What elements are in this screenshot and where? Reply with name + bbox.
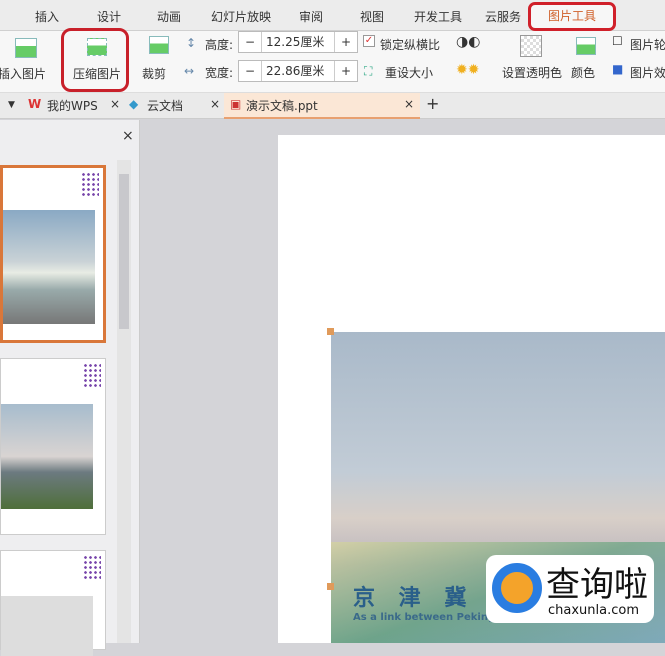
width-icon: ↔ (184, 64, 195, 78)
close-tab-icon[interactable]: × (404, 97, 414, 111)
height-stepper[interactable]: − 12.25厘米 + (238, 31, 358, 53)
tab-cloud-docs[interactable]: 云文档 (147, 97, 183, 114)
reset-size-button[interactable]: 重设大小 (385, 64, 433, 81)
thumbnail-image (3, 210, 95, 324)
new-tab-button[interactable]: + (426, 94, 439, 113)
crop-icon (149, 36, 169, 54)
tab-presentation[interactable]: ▣ 演示文稿.ppt × (224, 93, 420, 119)
document-tabs: ▼ W 我的WPS × ◆ 云文档 × ▣ 演示文稿.ppt × + (0, 93, 665, 119)
resize-handle[interactable] (327, 328, 334, 335)
width-decrease-button[interactable]: − (239, 61, 261, 81)
height-icon: ↕ (186, 36, 197, 50)
tab-presentation-label: 演示文稿.ppt (246, 99, 318, 113)
cloud-doc-icon: ◆ (129, 97, 139, 111)
tab-slideshow[interactable]: 幻灯片放映 (211, 8, 271, 25)
close-tab-icon[interactable]: × (210, 97, 220, 111)
panel-scrollbar[interactable] (117, 160, 131, 643)
watermark-url: chaxunla.com (548, 603, 639, 618)
slide-title-text: 京 津 冀 (353, 586, 475, 611)
ribbon-tabs: 插入 设计 动画 幻灯片放映 审阅 视图 开发工具 云服务 图片工具 (0, 0, 665, 31)
tab-picture-tools[interactable]: 图片工具 (528, 2, 616, 31)
wps-logo-icon: W (28, 97, 42, 111)
tab-developer[interactable]: 开发工具 (414, 8, 462, 25)
watermark-logo: 查询啦 chaxunla.com (486, 555, 654, 623)
tab-animation[interactable]: 动画 (157, 8, 181, 25)
slide-thumbnail-2[interactable] (0, 358, 106, 535)
lock-ratio-checkbox[interactable]: ✓ (363, 35, 375, 47)
height-increase-button[interactable]: + (335, 32, 357, 52)
compress-picture-highlight (61, 28, 129, 92)
dots-decoration (83, 555, 101, 581)
height-label: 高度: (205, 38, 234, 52)
dots-decoration (81, 172, 99, 198)
effects-icon: ■ (612, 62, 624, 76)
search-logo-icon (492, 563, 542, 613)
width-input[interactable]: 22.86厘米 (261, 61, 335, 81)
height-decrease-button[interactable]: − (239, 32, 261, 52)
color-icon (576, 37, 596, 55)
scrollbar-thumb[interactable] (119, 174, 129, 329)
close-panel-icon[interactable]: × (122, 128, 134, 144)
set-transparent-button[interactable]: 设置透明色 (502, 64, 562, 81)
tab-menu-icon[interactable]: ▼ (8, 100, 15, 110)
slide-thumbnail-1[interactable] (0, 165, 106, 343)
crop-button[interactable]: 裁剪 (142, 65, 166, 82)
width-increase-button[interactable]: + (335, 61, 357, 81)
lock-ratio-label: 锁定纵横比 (380, 38, 441, 52)
picture-outline-button[interactable]: 图片轮 (630, 36, 665, 53)
insert-picture-button[interactable]: 插入图片 (0, 65, 46, 82)
color-button[interactable]: 颜色 (571, 64, 595, 81)
transparency-icon (520, 35, 542, 57)
reset-size-icon: ⛶ (364, 64, 373, 78)
tab-insert[interactable]: 插入 (35, 8, 59, 25)
width-stepper[interactable]: − 22.86厘米 + (238, 60, 358, 82)
thumbnail-image (1, 404, 93, 509)
tab-my-wps[interactable]: 我的WPS (47, 97, 98, 114)
tab-review[interactable]: 审阅 (299, 8, 323, 25)
insert-picture-icon (15, 38, 37, 58)
height-input[interactable]: 12.25厘米 (261, 32, 335, 52)
dots-decoration (83, 363, 101, 389)
outline-icon: ☐ (612, 34, 623, 48)
watermark-brand: 查询啦 (546, 565, 648, 605)
ppt-file-icon: ▣ (230, 97, 242, 111)
picture-effects-button[interactable]: 图片效 (630, 64, 665, 81)
resize-handle[interactable] (327, 583, 334, 590)
brightness-icon[interactable]: ✹✹ (456, 62, 479, 78)
tab-view[interactable]: 视图 (360, 8, 384, 25)
contrast-icon[interactable]: ◑◐ (456, 34, 480, 50)
close-tab-icon[interactable]: × (110, 97, 120, 111)
tab-design[interactable]: 设计 (97, 8, 121, 25)
width-label: 宽度: (205, 66, 234, 80)
tab-cloud[interactable]: 云服务 (485, 8, 521, 25)
thumbnail-image (1, 596, 93, 656)
slide-thumbnail-3[interactable] (0, 550, 106, 656)
